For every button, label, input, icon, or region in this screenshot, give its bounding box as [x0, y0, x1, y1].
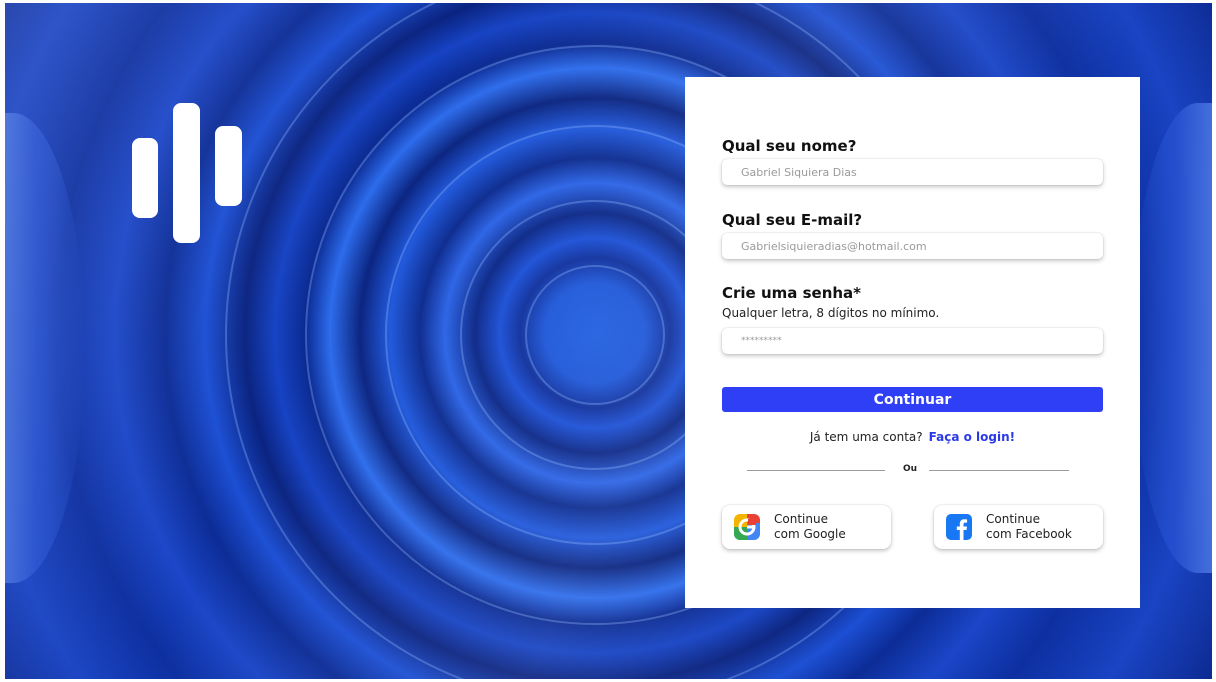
google-signin-button[interactable]: Continue com Google	[722, 505, 891, 549]
divider-text: Ou	[902, 464, 918, 474]
password-hint: Qualquer letra, 8 dígitos no mínimo.	[722, 306, 940, 320]
divider-line-left	[747, 470, 885, 471]
login-prompt-row: Já tem uma conta? Faça o login!	[685, 430, 1140, 444]
signup-card: Qual seu nome? Gabriel Siquiera Dias Qua…	[685, 77, 1140, 608]
google-button-line1: Continue	[774, 512, 828, 526]
login-prompt-text: Já tem uma conta?	[809, 430, 923, 444]
email-input[interactable]: Gabrielsiquieradias@hotmail.com	[722, 233, 1103, 259]
facebook-icon	[946, 514, 972, 540]
facebook-button-line1: Continue	[986, 512, 1040, 526]
name-label: Qual seu nome?	[722, 137, 857, 155]
password-input[interactable]: *********	[722, 328, 1103, 354]
continue-button[interactable]: Continuar	[722, 387, 1103, 412]
brand-logo-icon	[132, 103, 242, 243]
password-label: Crie uma senha*	[722, 284, 862, 302]
facebook-signin-button[interactable]: Continue com Facebook	[934, 505, 1103, 549]
name-input[interactable]: Gabriel Siquiera Dias	[722, 159, 1103, 185]
email-label: Qual seu E-mail?	[722, 211, 863, 229]
google-icon	[734, 514, 760, 540]
login-link[interactable]: Faça o login!	[929, 430, 1015, 444]
google-button-line2: com Google	[774, 527, 846, 541]
divider-line-right	[929, 470, 1069, 471]
facebook-button-line2: com Facebook	[986, 527, 1072, 541]
